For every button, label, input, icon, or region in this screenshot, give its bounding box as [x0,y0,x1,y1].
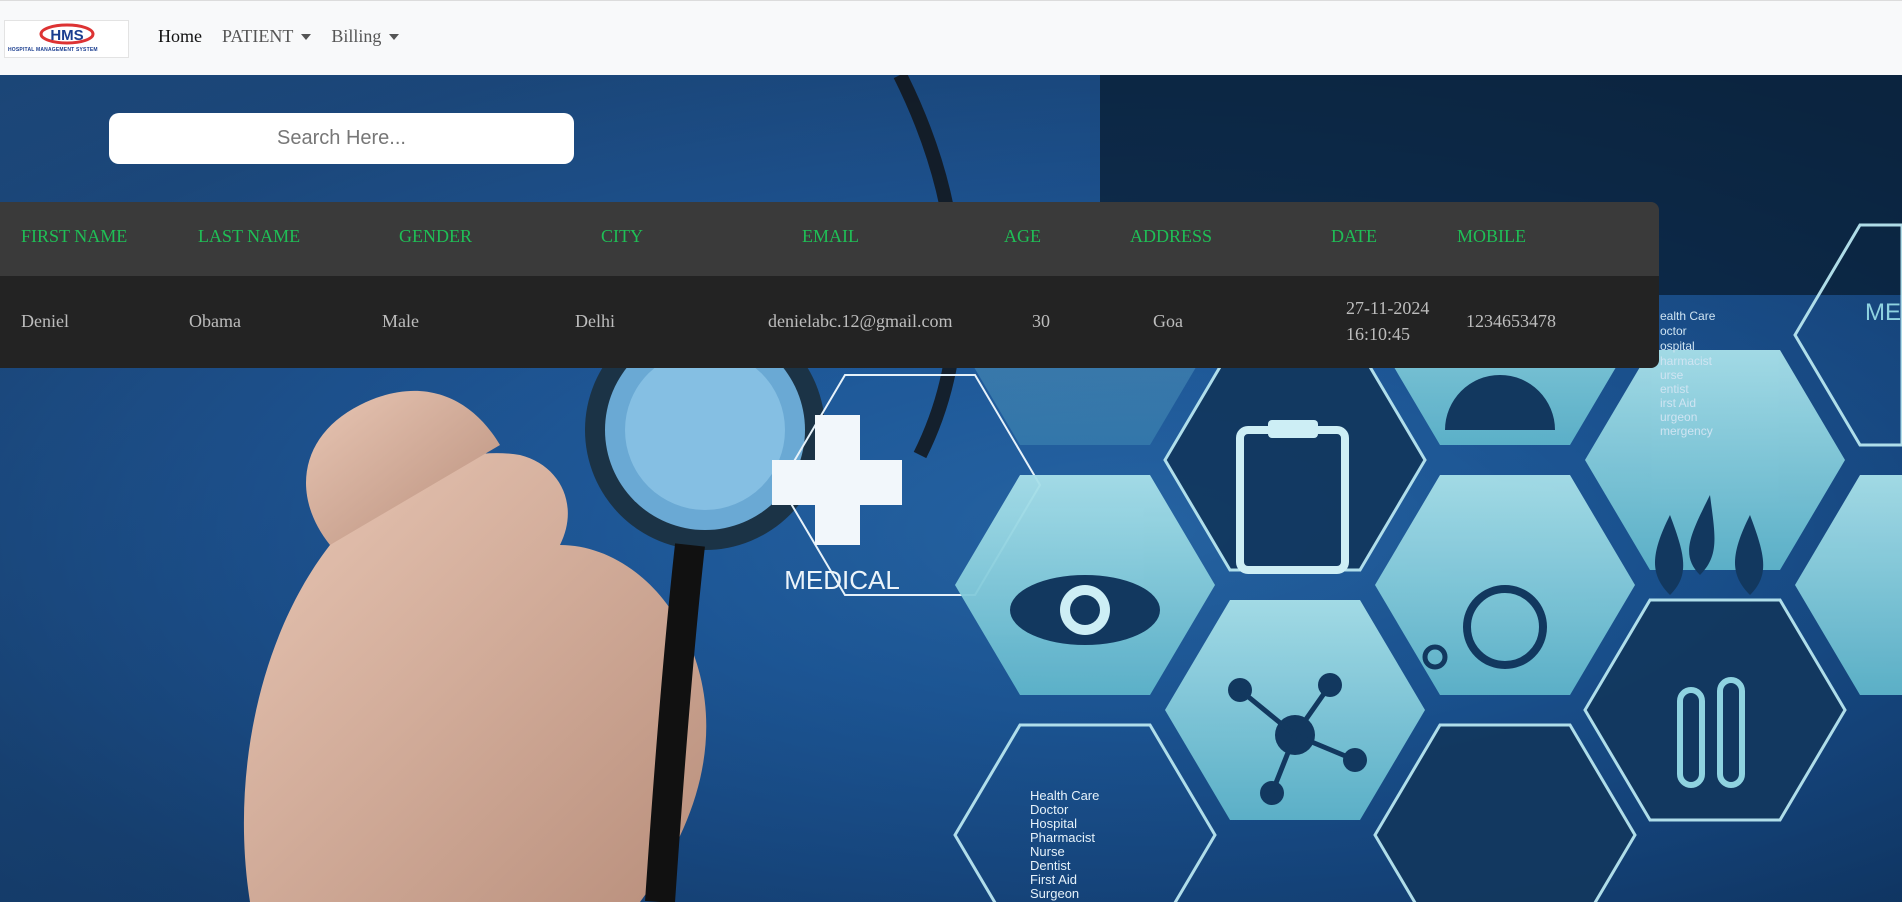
logo-mark-icon: HMS [39,23,95,45]
cell-gender: Male [382,311,419,331]
col-gender[interactable]: GENDER [399,226,472,247]
cell-first-name: Deniel [21,311,69,331]
svg-text:Health Care: Health Care [1030,788,1099,803]
svg-text:Doctor: Doctor [1030,802,1069,817]
table-header: FIRST NAME LAST NAME GENDER CITY EMAIL A… [0,202,1659,276]
table-row[interactable]: Deniel Obama Male Delhi denielabc.12@gma… [0,276,1659,368]
cell-mobile: 1234653478 [1466,311,1556,331]
svg-text:mergency: mergency [1660,424,1713,438]
hms-logo[interactable]: HMS HOSPITAL MANAGEMENT SYSTEM [4,20,129,58]
svg-text:ospital: ospital [1660,339,1695,353]
svg-text:octor: octor [1660,324,1687,338]
svg-text:Surgeon: Surgeon [1030,886,1079,901]
svg-text:Pharmacist: Pharmacist [1030,830,1095,845]
patient-table: FIRST NAME LAST NAME GENDER CITY EMAIL A… [0,202,1659,368]
logo-text: HMS [50,27,83,44]
col-first-name[interactable]: FIRST NAME [21,226,127,247]
svg-text:First Aid: First Aid [1030,872,1077,887]
col-mobile[interactable]: MOBILE [1457,226,1526,247]
cell-date: 27-11-2024 16:10:45 [1346,295,1429,347]
cell-last-name: Obama [189,311,241,331]
cell-address: Goa [1153,311,1183,331]
nav-patient-label: PATIENT [222,26,294,46]
medical-label: MEDICAL [784,565,900,595]
navbar: HMS HOSPITAL MANAGEMENT SYSTEM Home PATI… [0,0,1902,75]
cell-date-day: 27-11-2024 [1346,298,1430,318]
col-last-name[interactable]: LAST NAME [198,226,300,247]
svg-text:irst Aid: irst Aid [1660,396,1696,410]
medical-background-image: MEDICAL ealth Care octor ospital harmaci… [0,75,1902,902]
nav-billing-dropdown[interactable]: Billing [331,26,400,47]
svg-text:Hospital: Hospital [1030,816,1077,831]
logo-tagline: HOSPITAL MANAGEMENT SYSTEM [8,47,98,53]
nav-patient-dropdown[interactable]: PATIENT [222,26,312,47]
cell-email: denielabc.12@gmail.com [768,311,953,331]
nav-menu: Home PATIENT Billing [158,26,419,47]
nav-billing-label: Billing [331,26,382,46]
caret-down-icon [301,33,312,40]
col-email[interactable]: EMAIL [802,226,859,247]
hero-background: MEDICAL ealth Care octor ospital harmaci… [0,75,1902,902]
svg-text:harmacist: harmacist [1660,354,1713,368]
col-age[interactable]: AGE [1004,226,1041,247]
col-date[interactable]: DATE [1331,226,1377,247]
svg-text:urgeon: urgeon [1660,410,1697,424]
nav-home[interactable]: Home [158,26,202,47]
nav-home-label: Home [158,26,202,46]
cell-city: Delhi [575,311,615,331]
svg-text:entist: entist [1660,382,1689,396]
search-input[interactable] [109,113,574,164]
col-address[interactable]: ADDRESS [1130,226,1212,247]
cell-date-time: 16:10:45 [1346,324,1411,344]
svg-text:ME: ME [1865,299,1901,326]
caret-down-icon [389,33,400,40]
col-city[interactable]: CITY [601,226,643,247]
cell-age: 30 [1032,311,1050,331]
svg-text:Nurse: Nurse [1030,844,1065,859]
svg-text:Dentist: Dentist [1030,858,1071,873]
svg-text:urse: urse [1660,368,1684,382]
svg-text:ealth Care: ealth Care [1660,309,1716,323]
